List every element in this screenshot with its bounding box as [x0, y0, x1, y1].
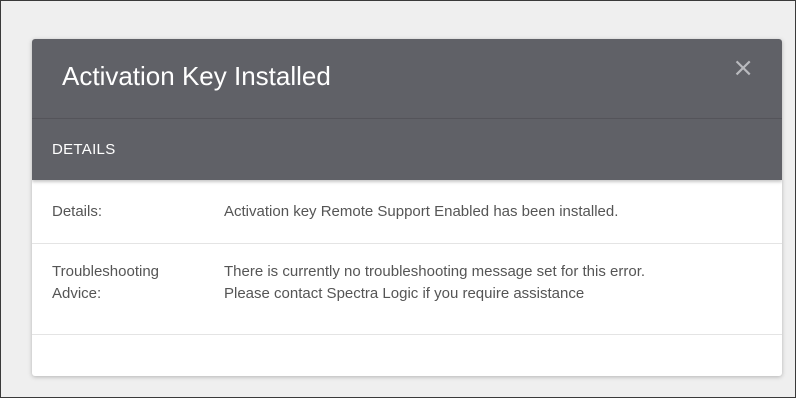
dialog-header: Activation Key Installed × [32, 39, 782, 119]
troubleshooting-label: Troubleshooting Advice: [32, 261, 224, 334]
details-row: Details: Activation key Remote Support E… [32, 180, 782, 244]
troubleshooting-value-line1: There is currently no troubleshooting me… [224, 263, 646, 280]
close-icon[interactable]: × [732, 55, 754, 81]
details-section-header: DETAILS [32, 119, 782, 180]
troubleshooting-value-line2: Please contact Spectra Logic if you requ… [224, 285, 585, 302]
details-value: Activation key Remote Support Enabled ha… [224, 202, 619, 220]
details-label: Details: [52, 202, 103, 220]
activation-key-dialog: Activation Key Installed × DETAILS Detai… [32, 39, 782, 376]
troubleshooting-label-line1: Troubleshooting [52, 263, 160, 280]
section-label: DETAILS [52, 141, 116, 158]
details-table: Details: Activation key Remote Support E… [32, 180, 782, 335]
troubleshooting-row: Troubleshooting Advice: There is current… [32, 244, 782, 335]
troubleshooting-label-line2: Advice: [52, 285, 102, 302]
troubleshooting-value: There is currently no troubleshooting me… [224, 261, 782, 334]
dialog-title: Activation Key Installed [62, 61, 331, 91]
dialog-backdrop: Activation Key Installed × DETAILS Detai… [0, 0, 796, 398]
